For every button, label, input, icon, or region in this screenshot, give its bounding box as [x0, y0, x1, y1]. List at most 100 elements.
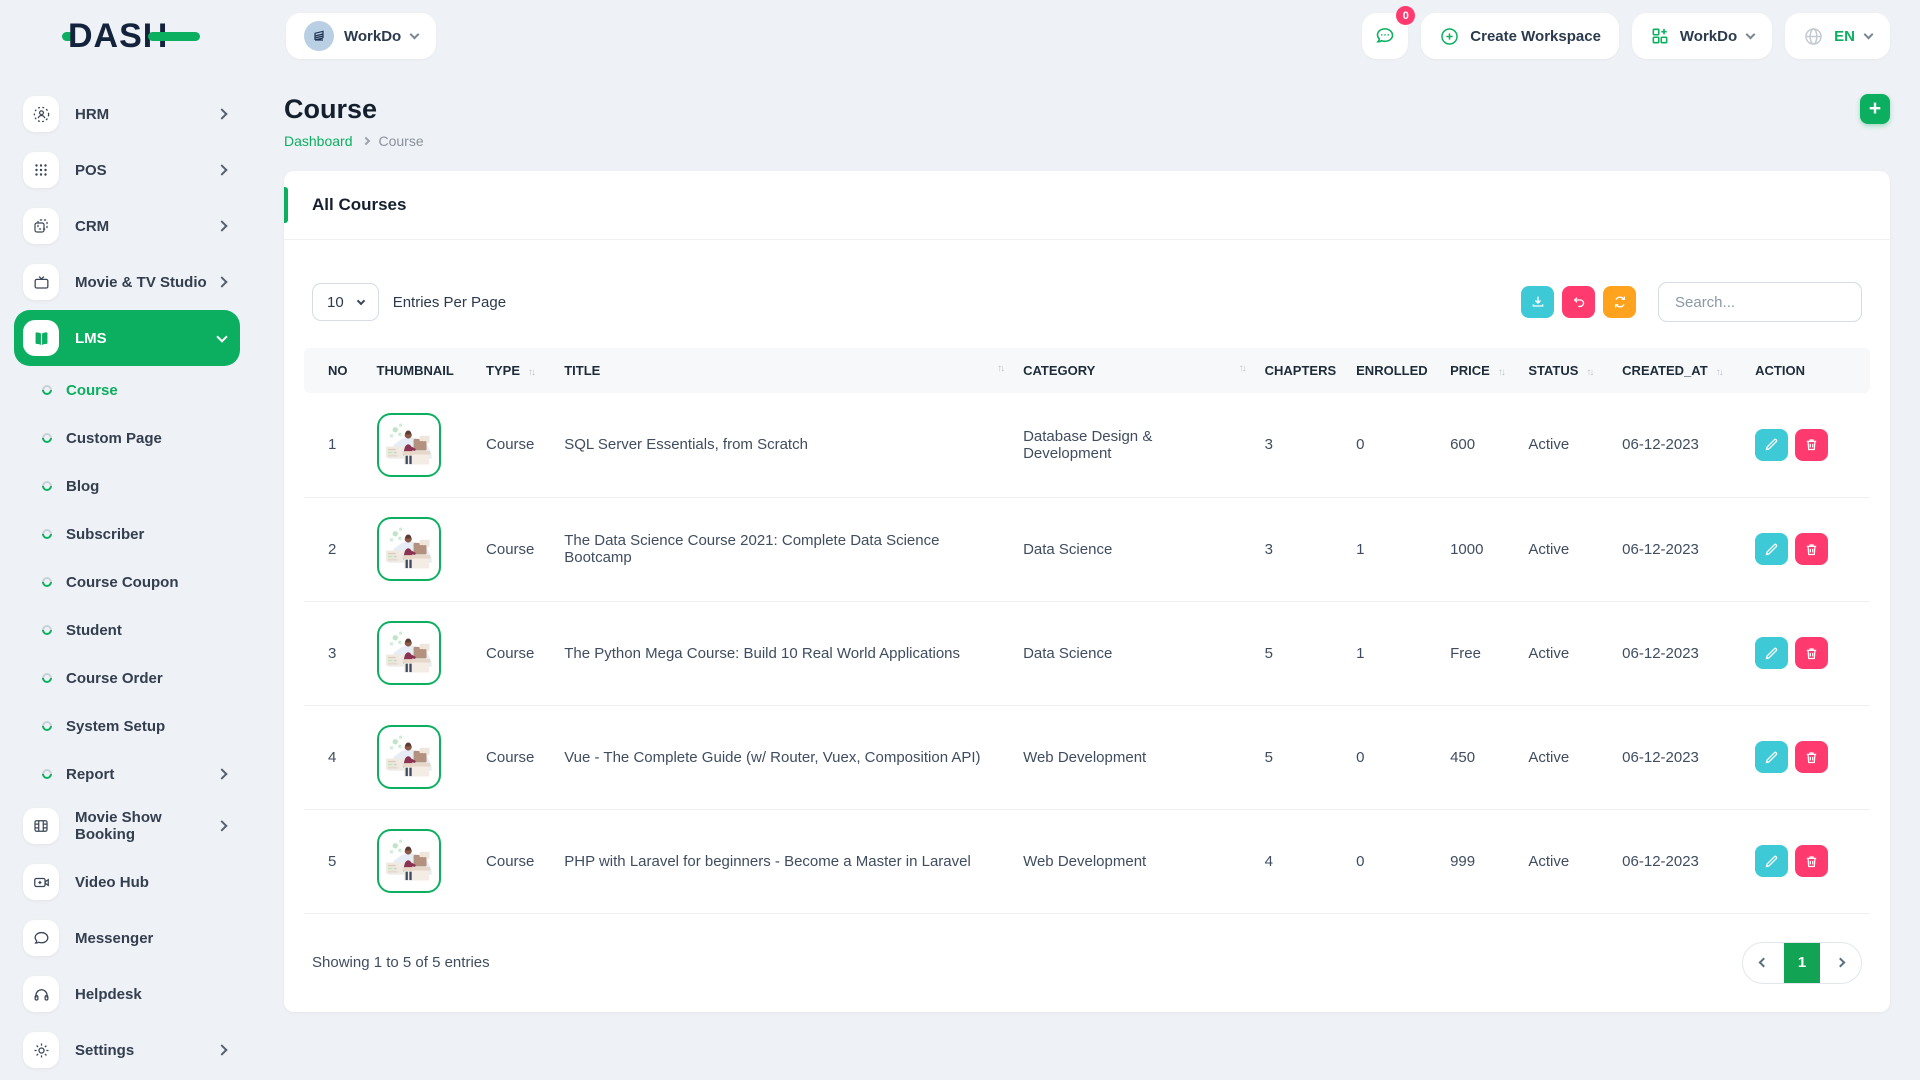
delete-button[interactable] [1795, 637, 1828, 669]
bullet-icon [40, 575, 54, 589]
sidebar-item-movie-tv-studio[interactable]: Movie & TV Studio [14, 254, 240, 310]
course-illustration [380, 832, 438, 890]
column-header-chapters: CHAPTERS [1255, 348, 1347, 393]
bullet-icon [40, 767, 54, 781]
sidebar-subitem-course-coupon[interactable]: Course Coupon [0, 558, 240, 606]
bullet-icon [40, 383, 54, 397]
edit-button[interactable] [1755, 637, 1788, 669]
sidebar-item-label: Settings [75, 1042, 134, 1059]
sidebar-subitem-system-setup[interactable]: System Setup [0, 702, 240, 750]
cell-status: Active [1518, 809, 1612, 913]
edit-button[interactable] [1755, 845, 1788, 877]
edit-button[interactable] [1755, 533, 1788, 565]
courses-table: NO THUMBNAIL TYPE↑↓ TITLE↑↓ CATEGORY↑↓ C… [304, 348, 1870, 914]
sidebar-subitem-label: Course Order [66, 670, 163, 687]
sidebar-item-crm[interactable]: CRM [14, 198, 240, 254]
pencil-icon [1764, 542, 1779, 557]
search-input[interactable] [1658, 282, 1862, 322]
cell-chapters: 3 [1255, 497, 1347, 601]
course-thumbnail[interactable] [377, 829, 441, 893]
column-header-created-at[interactable]: CREATED_AT↑↓ [1612, 348, 1745, 393]
sidebar-subitem-subscriber[interactable]: Subscriber [0, 510, 240, 558]
pagination-next-button[interactable] [1820, 942, 1861, 984]
cell-category: Data Science [1013, 601, 1255, 705]
delete-button[interactable] [1795, 429, 1828, 461]
bullet-icon [40, 431, 54, 445]
sidebar-subitem-report[interactable]: Report [0, 750, 240, 798]
undo-button[interactable] [1562, 286, 1595, 318]
course-thumbnail[interactable] [377, 413, 441, 477]
language-selector[interactable]: EN [1785, 13, 1890, 59]
sidebar-item-video-hub[interactable]: Video Hub [14, 854, 240, 910]
building-icon [311, 28, 327, 44]
sidebar-item-lms[interactable]: LMS [14, 310, 240, 366]
sort-icon: ↑↓ [1498, 367, 1504, 378]
column-header-title[interactable]: TITLE↑↓ [554, 348, 1013, 393]
entries-per-page-select[interactable]: 10 [312, 283, 379, 321]
edit-button[interactable] [1755, 429, 1788, 461]
pencil-icon [1764, 750, 1779, 765]
column-header-enrolled: ENROLLED [1346, 348, 1440, 393]
entries-summary: Showing 1 to 5 of 5 entries [312, 954, 490, 971]
course-thumbnail[interactable] [377, 517, 441, 581]
sidebar-item-messenger[interactable]: Messenger [14, 910, 240, 966]
course-illustration [380, 520, 438, 578]
sidebar-subitem-course-order[interactable]: Course Order [0, 654, 240, 702]
bullet-icon [40, 623, 54, 637]
sidebar-subitem-label: Course [66, 382, 118, 399]
dash-logo[interactable]: DASH [62, 17, 200, 56]
refresh-button[interactable] [1603, 286, 1636, 318]
breadcrumb-dashboard-link[interactable]: Dashboard [284, 133, 353, 149]
column-header-type[interactable]: TYPE↑↓ [476, 348, 554, 393]
sidebar-subitem-blog[interactable]: Blog [0, 462, 240, 510]
sidebar-item-settings[interactable]: Settings [14, 1022, 240, 1078]
column-header-thumbnail: THUMBNAIL [367, 348, 477, 393]
cell-title: Vue - The Complete Guide (w/ Router, Vue… [554, 705, 1013, 809]
chevron-right-icon [361, 137, 369, 145]
edit-button[interactable] [1755, 741, 1788, 773]
pagination-page-1[interactable]: 1 [1784, 942, 1820, 984]
plus-circle-icon [1439, 26, 1460, 47]
pagination-prev-button[interactable] [1743, 942, 1784, 984]
trash-icon [1804, 646, 1819, 661]
sidebar-item-hrm[interactable]: HRM [14, 86, 240, 142]
sidebar-item-movie-show-booking[interactable]: Movie Show Booking [14, 798, 240, 854]
language-label: EN [1834, 28, 1855, 45]
cell-type: Course [476, 393, 554, 497]
sidebar-item-helpdesk[interactable]: Helpdesk [14, 966, 240, 1022]
cell-created-at: 06-12-2023 [1612, 809, 1745, 913]
create-workspace-button[interactable]: Create Workspace [1421, 13, 1619, 59]
cell-no: 5 [304, 809, 367, 913]
globe-icon [1803, 26, 1824, 47]
column-header-category[interactable]: CATEGORY↑↓ [1013, 348, 1255, 393]
add-course-button[interactable]: + [1860, 94, 1890, 124]
gear-icon [23, 1032, 59, 1068]
cell-chapters: 5 [1255, 601, 1347, 705]
delete-button[interactable] [1795, 533, 1828, 565]
sidebar-item-pos[interactable]: POS [14, 142, 240, 198]
sidebar-item-label: Helpdesk [75, 986, 142, 1003]
headphones-icon [23, 976, 59, 1012]
delete-button[interactable] [1795, 845, 1828, 877]
column-header-price[interactable]: PRICE↑↓ [1440, 348, 1518, 393]
workspace-name: WorkDo [344, 28, 401, 45]
cell-status: Active [1518, 601, 1612, 705]
sidebar-subitem-course[interactable]: Course [0, 366, 240, 414]
app-switcher[interactable]: WorkDo [1632, 13, 1772, 59]
sidebar-item-label: HRM [75, 106, 109, 123]
sidebar-subitem-student[interactable]: Student [0, 606, 240, 654]
card-title: All Courses [312, 195, 1862, 215]
export-button[interactable] [1521, 286, 1554, 318]
pos-icon [23, 152, 59, 188]
sidebar-subitem-custom-page[interactable]: Custom Page [0, 414, 240, 462]
delete-button[interactable] [1795, 741, 1828, 773]
entries-per-page-value: 10 [327, 294, 344, 311]
cell-price: 600 [1440, 393, 1518, 497]
workspace-avatar [304, 21, 334, 51]
course-thumbnail[interactable] [377, 621, 441, 685]
messages-button[interactable]: 0 [1362, 13, 1408, 59]
column-header-status[interactable]: STATUS↑↓ [1518, 348, 1612, 393]
course-thumbnail[interactable] [377, 725, 441, 789]
workspace-selector[interactable]: WorkDo [286, 13, 436, 59]
table-row: 1 Course SQL Server Essentials, from Scr… [304, 393, 1870, 497]
